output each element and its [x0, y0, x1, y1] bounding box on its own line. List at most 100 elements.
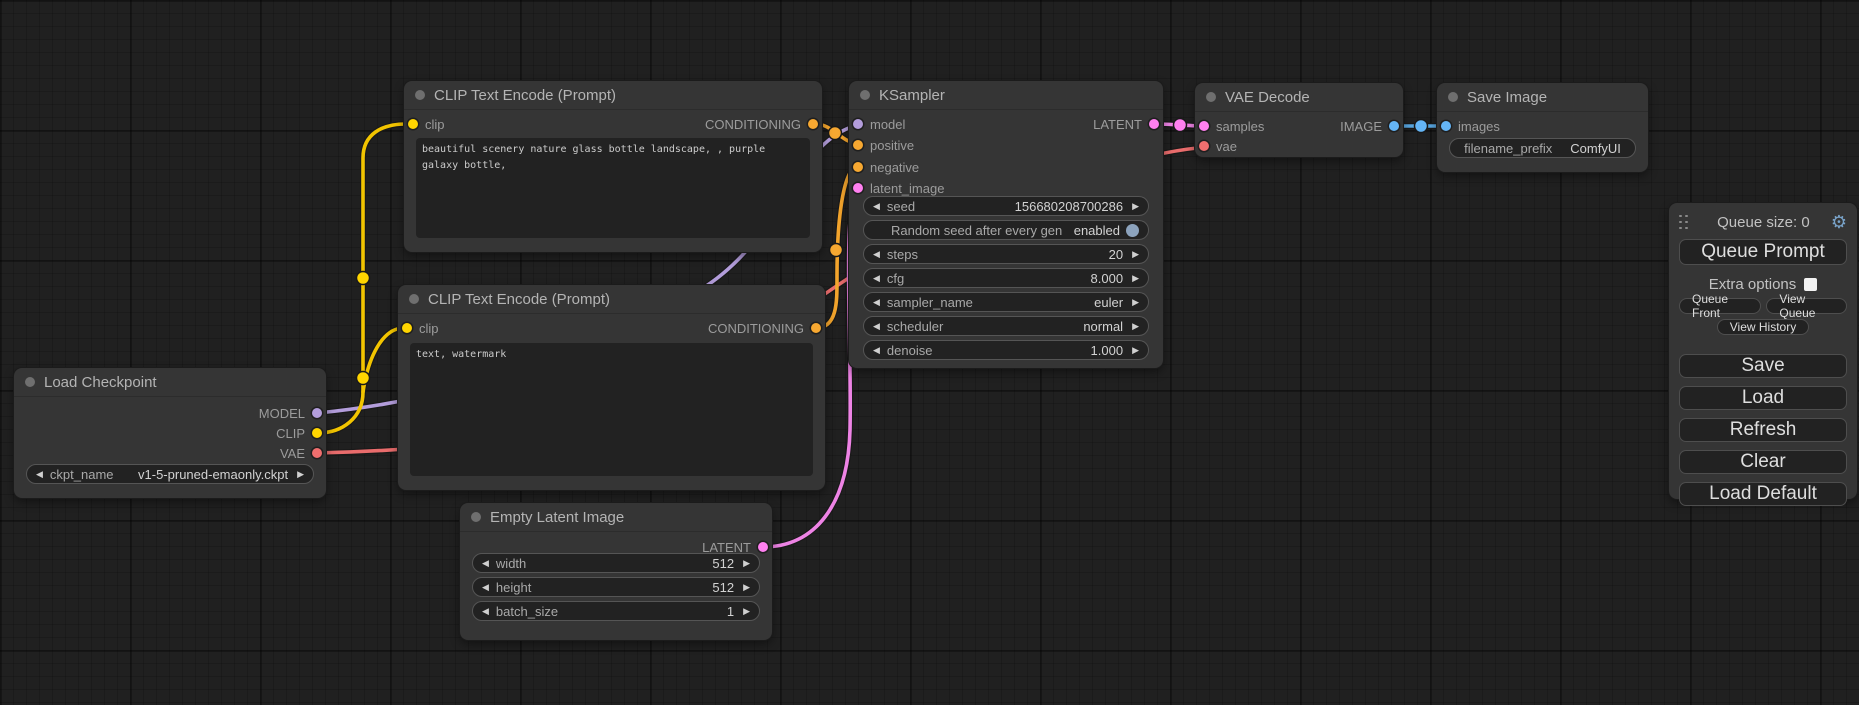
increment-arrow-icon[interactable]: ▶: [1132, 298, 1139, 307]
output-conditioning: CONDITIONING: [705, 114, 818, 134]
node-title-bar[interactable]: Empty Latent Image: [460, 503, 772, 532]
increment-arrow-icon[interactable]: ▶: [1132, 250, 1139, 259]
node-title-bar[interactable]: Load Checkpoint: [14, 368, 326, 397]
negative-input-dot[interactable]: [853, 162, 863, 172]
decrement-arrow-icon[interactable]: ◀: [482, 559, 489, 568]
scheduler-combo[interactable]: ◀ scheduler normal ▶: [863, 316, 1149, 336]
node-title-bar[interactable]: VAE Decode: [1195, 83, 1403, 112]
toggle-dot-icon[interactable]: [1126, 224, 1139, 237]
clear-button[interactable]: Clear: [1679, 450, 1847, 474]
increment-arrow-icon[interactable]: ▶: [297, 470, 304, 479]
model-output-dot[interactable]: [312, 408, 322, 418]
node-title: Save Image: [1467, 89, 1547, 106]
vae-input-dot[interactable]: [1199, 141, 1209, 151]
widget-label: seed: [887, 199, 915, 214]
queue-prompt-button[interactable]: Queue Prompt: [1679, 239, 1847, 265]
increment-arrow-icon[interactable]: ▶: [1132, 346, 1139, 355]
image-output-dot[interactable]: [1389, 121, 1399, 131]
save-button[interactable]: Save: [1679, 354, 1847, 378]
drag-handle-icon[interactable]: [1679, 215, 1688, 230]
increment-arrow-icon[interactable]: ▶: [1132, 202, 1139, 211]
decrement-arrow-icon[interactable]: ◀: [482, 607, 489, 616]
random-seed-toggle[interactable]: Random seed after every gen enabled: [863, 220, 1149, 240]
extra-options-checkbox[interactable]: [1804, 278, 1817, 291]
seed-stepper[interactable]: ◀ seed 156680208700286 ▶: [863, 196, 1149, 216]
increment-arrow-icon[interactable]: ▶: [1132, 322, 1139, 331]
latent-output-dot[interactable]: [1149, 119, 1159, 129]
decrement-arrow-icon[interactable]: ◀: [873, 202, 880, 211]
height-stepper[interactable]: ◀ height 512 ▶: [472, 577, 760, 597]
denoise-stepper[interactable]: ◀ denoise 1.000 ▶: [863, 340, 1149, 360]
view-queue-button[interactable]: View Queue: [1766, 298, 1847, 314]
batch-size-stepper[interactable]: ◀ batch_size 1 ▶: [472, 601, 760, 621]
input-vae: vae: [1199, 136, 1237, 156]
node-title-bar[interactable]: Save Image: [1437, 83, 1648, 112]
prompt-textarea[interactable]: text, watermark: [410, 343, 813, 476]
collapse-dot-icon[interactable]: [860, 90, 870, 100]
ckpt-name-combo[interactable]: ◀ ckpt_name v1-5-pruned-emaonly.ckpt ▶: [26, 464, 314, 484]
clip-output-dot[interactable]: [312, 428, 322, 438]
latent-image-input-dot[interactable]: [853, 183, 863, 193]
decrement-arrow-icon[interactable]: ◀: [873, 274, 880, 283]
collapse-dot-icon[interactable]: [1206, 92, 1216, 102]
queue-front-button[interactable]: Queue Front: [1679, 298, 1761, 314]
width-stepper[interactable]: ◀ width 512 ▶: [472, 553, 760, 573]
load-button[interactable]: Load: [1679, 386, 1847, 410]
collapse-dot-icon[interactable]: [409, 294, 419, 304]
node-title-bar[interactable]: CLIP Text Encode (Prompt): [398, 285, 825, 314]
load-default-button[interactable]: Load Default: [1679, 482, 1847, 506]
node-title-bar[interactable]: CLIP Text Encode (Prompt): [404, 81, 822, 110]
input-negative: negative: [853, 157, 919, 177]
images-input-dot[interactable]: [1441, 121, 1451, 131]
node-vae-decode[interactable]: VAE Decode samples IMAGE vae: [1195, 83, 1403, 157]
prompt-textarea[interactable]: beautiful scenery nature glass bottle la…: [416, 138, 810, 238]
output-label: CLIP: [276, 426, 305, 441]
widget-label: steps: [887, 247, 918, 262]
filename-prefix-field[interactable]: filename_prefix ComfyUI: [1449, 138, 1636, 158]
increment-arrow-icon[interactable]: ▶: [1132, 274, 1139, 283]
collapse-dot-icon[interactable]: [1448, 92, 1458, 102]
cfg-stepper[interactable]: ◀ cfg 8.000 ▶: [863, 268, 1149, 288]
collapse-dot-icon[interactable]: [471, 512, 481, 522]
decrement-arrow-icon[interactable]: ◀: [873, 346, 880, 355]
decrement-arrow-icon[interactable]: ◀: [873, 250, 880, 259]
decrement-arrow-icon[interactable]: ◀: [873, 298, 880, 307]
view-history-button[interactable]: View History: [1717, 319, 1809, 335]
node-clip-text-encode-negative[interactable]: CLIP Text Encode (Prompt) clip CONDITION…: [398, 285, 825, 490]
output-clip: CLIP: [276, 423, 322, 443]
link-dot: [829, 127, 842, 140]
clip-input-dot[interactable]: [402, 323, 412, 333]
samples-input-dot[interactable]: [1199, 121, 1209, 131]
increment-arrow-icon[interactable]: ▶: [743, 607, 750, 616]
output-image: IMAGE: [1340, 116, 1399, 136]
vae-output-dot[interactable]: [312, 448, 322, 458]
link-dot: [357, 272, 370, 285]
node-save-image[interactable]: Save Image images filename_prefix ComfyU…: [1437, 83, 1648, 172]
node-load-checkpoint[interactable]: Load Checkpoint MODEL CLIP VAE ◀ ckpt_na…: [14, 368, 326, 498]
increment-arrow-icon[interactable]: ▶: [743, 583, 750, 592]
positive-input-dot[interactable]: [853, 140, 863, 150]
clip-input-dot[interactable]: [408, 119, 418, 129]
node-empty-latent-image[interactable]: Empty Latent Image LATENT ◀ width 512 ▶ …: [460, 503, 772, 640]
decrement-arrow-icon[interactable]: ◀: [36, 470, 43, 479]
refresh-button[interactable]: Refresh: [1679, 418, 1847, 442]
sampler-name-combo[interactable]: ◀ sampler_name euler ▶: [863, 292, 1149, 312]
node-ksampler[interactable]: KSampler model LATENT positive negative …: [849, 81, 1163, 368]
widget-value: euler: [973, 295, 1123, 310]
output-latent: LATENT: [1093, 114, 1159, 134]
collapse-dot-icon[interactable]: [415, 90, 425, 100]
conditioning-output-dot[interactable]: [811, 323, 821, 333]
gear-icon[interactable]: ⚙: [1831, 213, 1847, 231]
steps-stepper[interactable]: ◀ steps 20 ▶: [863, 244, 1149, 264]
latent-output-dot[interactable]: [758, 542, 768, 552]
widget-value: 156680208700286: [915, 199, 1123, 214]
conditioning-output-dot[interactable]: [808, 119, 818, 129]
node-title: CLIP Text Encode (Prompt): [434, 87, 616, 104]
collapse-dot-icon[interactable]: [25, 377, 35, 387]
model-input-dot[interactable]: [853, 119, 863, 129]
node-clip-text-encode-positive[interactable]: CLIP Text Encode (Prompt) clip CONDITION…: [404, 81, 822, 252]
decrement-arrow-icon[interactable]: ◀: [873, 322, 880, 331]
node-title-bar[interactable]: KSampler: [849, 81, 1163, 110]
decrement-arrow-icon[interactable]: ◀: [482, 583, 489, 592]
increment-arrow-icon[interactable]: ▶: [743, 559, 750, 568]
